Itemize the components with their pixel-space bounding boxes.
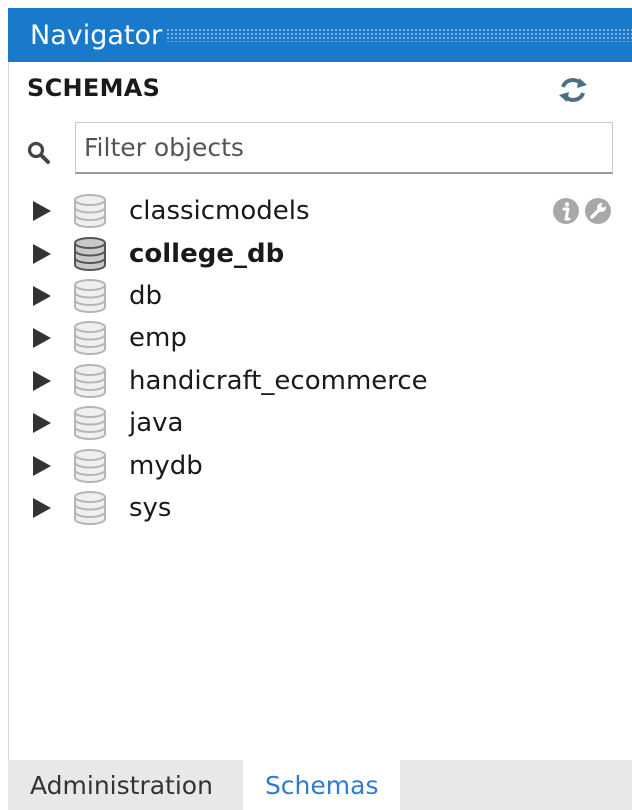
schema-item-label: classicmodels [129, 196, 310, 227]
expand-arrow-icon[interactable] [31, 455, 53, 477]
tab-administration[interactable]: Administration [8, 760, 235, 810]
database-icon [74, 448, 106, 483]
database-icon [74, 194, 106, 229]
search-icon [27, 141, 50, 164]
schema-item-label: handicraft_ecommerce [129, 365, 428, 396]
schema-item-mydb[interactable]: mydb [9, 444, 632, 486]
expand-arrow-icon[interactable] [31, 200, 53, 222]
bottom-tab-strip: Administration Schemas [8, 760, 632, 810]
expand-arrow-icon[interactable] [31, 370, 53, 392]
navigator-window: Navigator SCHEMAS classicmodels [0, 0, 632, 810]
expand-arrow-icon[interactable] [31, 412, 53, 434]
schema-item-label: sys [129, 492, 172, 523]
wrench-icon[interactable] [583, 196, 613, 226]
schema-row-actions [551, 196, 613, 226]
schema-item-label: emp [129, 323, 187, 354]
schemas-heading: SCHEMAS [27, 74, 161, 102]
schema-tree: classicmodels college_db db emp handicra… [9, 190, 632, 529]
navigator-title: Navigator [30, 19, 163, 51]
schema-item-classicmodels[interactable]: classicmodels [9, 190, 632, 232]
schema-item-label: db [129, 280, 163, 311]
titlebar-grip[interactable] [166, 28, 632, 42]
database-icon [74, 236, 106, 271]
expand-arrow-icon[interactable] [31, 497, 53, 519]
expand-arrow-icon[interactable] [31, 327, 53, 349]
database-icon [74, 490, 106, 525]
expand-arrow-icon[interactable] [31, 285, 53, 307]
schema-item-sys[interactable]: sys [9, 487, 632, 529]
database-icon [74, 406, 106, 441]
tab-schemas[interactable]: Schemas [242, 760, 401, 810]
schema-item-label: mydb [129, 450, 203, 481]
schema-item-java[interactable]: java [9, 402, 632, 444]
schema-item-handicraft-ecommerce[interactable]: handicraft_ecommerce [9, 360, 632, 402]
schema-item-label: college_db [129, 238, 285, 269]
refresh-icon[interactable] [557, 76, 589, 104]
navigator-titlebar[interactable]: Navigator [8, 8, 632, 62]
database-icon [74, 363, 106, 398]
filter-objects-input[interactable] [75, 122, 613, 174]
schemas-panel: SCHEMAS classicmodels [8, 62, 632, 760]
info-icon[interactable] [551, 196, 581, 226]
schema-item-emp[interactable]: emp [9, 317, 632, 359]
database-icon [74, 278, 106, 313]
schema-item-college-db[interactable]: college_db [9, 232, 632, 274]
schema-item-db[interactable]: db [9, 275, 632, 317]
database-icon [74, 321, 106, 356]
expand-arrow-icon[interactable] [31, 243, 53, 265]
schema-item-label: java [129, 408, 184, 439]
